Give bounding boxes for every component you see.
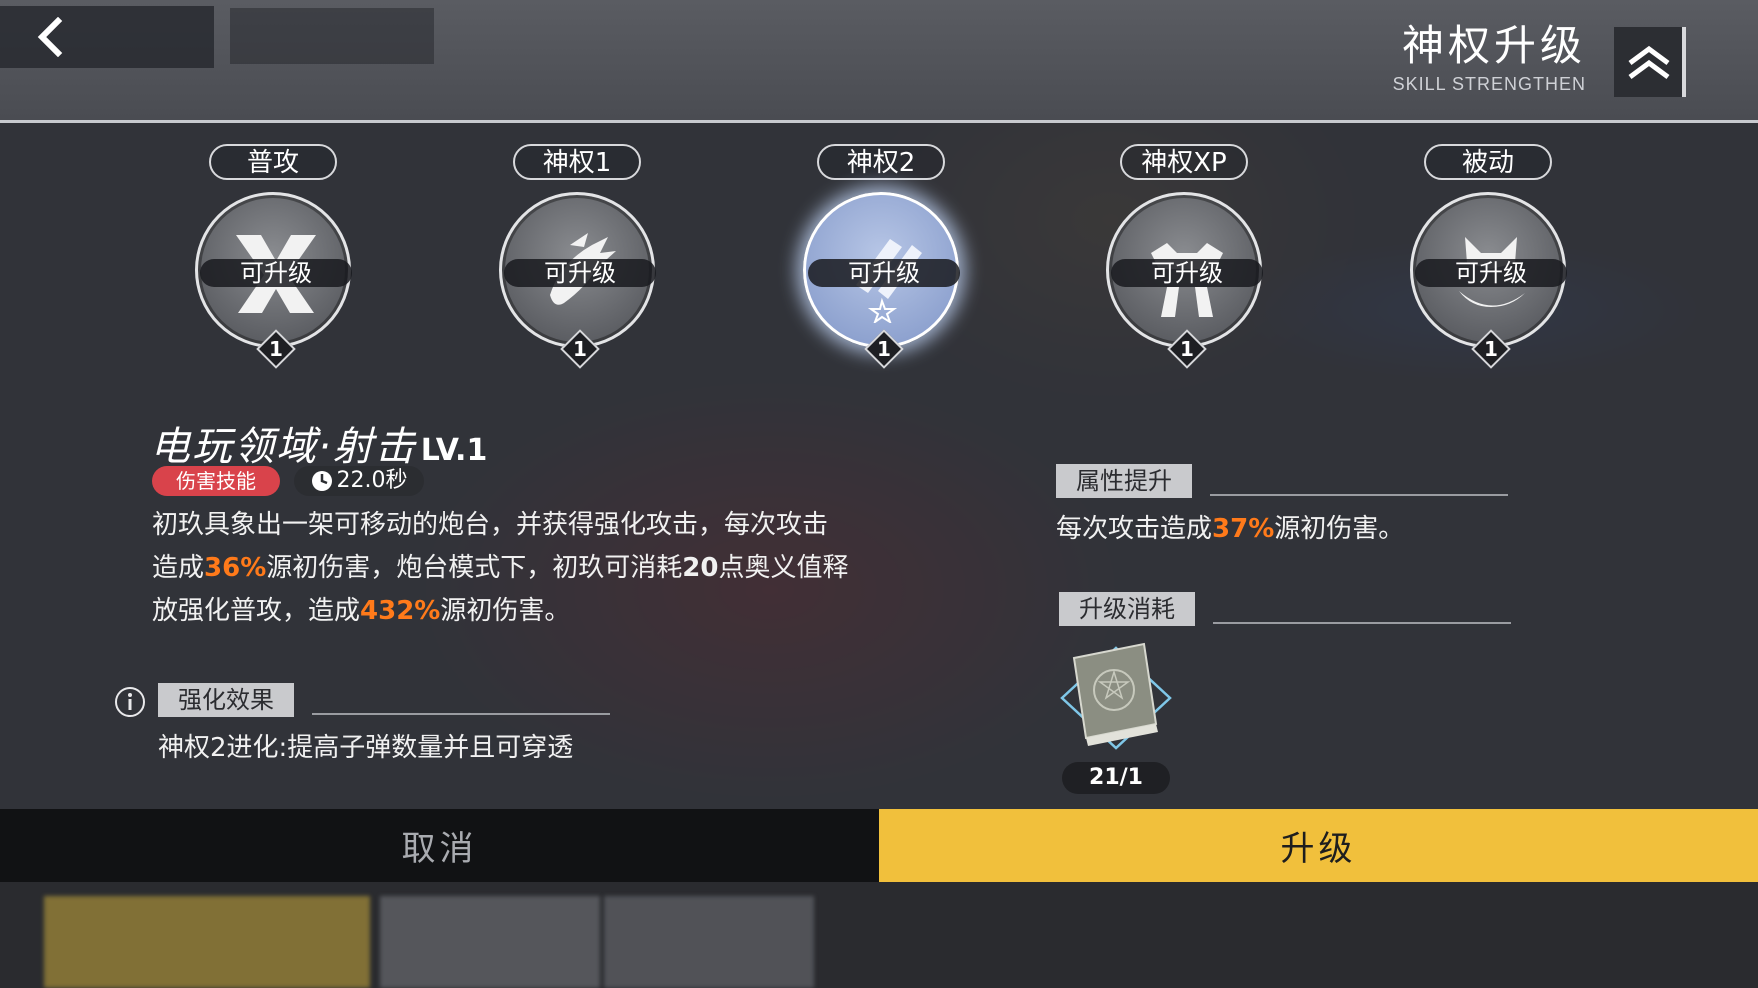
cost-section-divider — [1213, 622, 1511, 624]
attribute-section-divider — [1210, 494, 1508, 496]
background-bottom-bar — [0, 882, 1758, 988]
skill-icon-button[interactable]: 可升级 1 — [195, 192, 352, 369]
skill-icon-button[interactable]: 可升级 1 — [1106, 192, 1263, 369]
level-badge: 1 — [1471, 329, 1511, 369]
skill-slot-passive[interactable]: 被动 可升级 1 — [1398, 144, 1578, 369]
effect-section-divider — [312, 713, 610, 715]
page-subtitle: SKILL STRENGTHEN — [1392, 74, 1586, 94]
chevron-left-icon — [37, 17, 63, 57]
page-title: 神权升级 — [1401, 21, 1586, 70]
skill-name: 电玩领域·射击 — [150, 424, 417, 470]
skill-tab-label[interactable]: 神权XP — [1120, 144, 1248, 180]
skill-slot-power-1[interactable]: 神权1 可升级 1 — [487, 144, 667, 369]
upgradable-label: 可升级 — [1111, 259, 1263, 287]
damage-skill-tag: 伤害技能 — [152, 466, 280, 496]
level-badge: 1 — [560, 329, 600, 369]
cooldown-badge: 22.0秒 — [294, 466, 424, 496]
skill-book-icon[interactable] — [1056, 640, 1176, 755]
back-button[interactable] — [0, 6, 214, 68]
skill-icon-button[interactable]: 可升级 1 — [499, 192, 656, 369]
skill-icon-button-selected[interactable]: 可升级 1 — [803, 192, 960, 369]
level-badge: 1 — [1167, 329, 1207, 369]
upgradable-label: 可升级 — [504, 259, 656, 287]
upgradable-label: 可升级 — [200, 259, 352, 287]
attribute-description: 每次攻击造成37%源初伤害。 — [1056, 514, 1405, 544]
info-icon[interactable] — [114, 686, 146, 718]
skill-slot-normal-attack[interactable]: 普攻 可升级 1 — [183, 144, 363, 369]
skill-description: 初玖具象出一架可移动的炮台，并获得强化攻击，每次攻击 造成36%源初伤害，炮台模… — [152, 510, 849, 626]
double-chevron-up-icon — [1614, 27, 1684, 97]
skill-icon-button[interactable]: 可升级 1 — [1410, 192, 1567, 369]
cost-section-header: 升级消耗 — [1059, 592, 1195, 626]
title-icon-accent — [1682, 27, 1686, 97]
skill-tab-label[interactable]: 神权1 — [513, 144, 641, 180]
upgradable-label: 可升级 — [808, 259, 960, 287]
cancel-button[interactable]: 取消 — [0, 809, 879, 882]
cost-item-count: 21/1 — [1062, 762, 1170, 794]
effect-description: 神权2进化:提高子弹数量并且可穿透 — [158, 733, 574, 763]
upgrade-button[interactable]: 升级 — [879, 809, 1758, 882]
attribute-section-header: 属性提升 — [1056, 464, 1192, 498]
skill-tab-label[interactable]: 神权2 — [817, 144, 945, 180]
skill-slot-power-xp[interactable]: 神权XP 可升级 1 — [1094, 144, 1274, 369]
clock-icon — [311, 471, 332, 491]
level-badge: 1 — [256, 329, 296, 369]
cooldown-value: 22.0秒 — [336, 468, 408, 493]
skill-level: LV.1 — [420, 433, 488, 468]
page-title-block: 神权升级 SKILL STRENGTHEN — [1393, 22, 1586, 95]
skill-name-heading: 电玩领域·射击 LV.1 — [150, 414, 487, 472]
upgradable-label: 可升级 — [1415, 259, 1567, 287]
skill-tab-label[interactable]: 被动 — [1424, 144, 1552, 180]
secondary-tab-button[interactable] — [230, 8, 434, 64]
effect-section-header: 强化效果 — [158, 683, 294, 717]
skill-tab-label[interactable]: 普攻 — [209, 144, 337, 180]
level-badge: 1 — [864, 329, 904, 369]
skill-slot-power-2[interactable]: 神权2 可升级 1 — [791, 144, 971, 369]
